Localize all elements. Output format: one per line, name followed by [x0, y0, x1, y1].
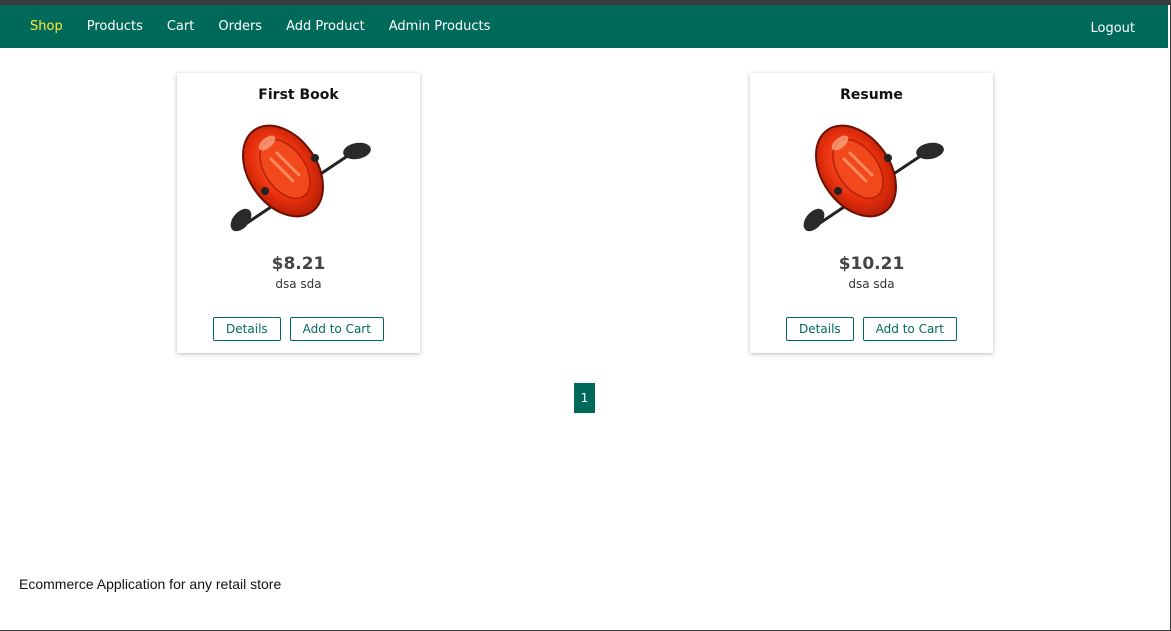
inflatable-boat-icon [800, 113, 945, 238]
nav-products[interactable]: Products [87, 19, 143, 34]
product-price: $8.21 [271, 254, 326, 274]
nav-orders[interactable]: Orders [218, 19, 262, 34]
logout-link[interactable]: Logout [1090, 21, 1135, 36]
nav-links: Shop Products Cart Orders Add Product Ad… [0, 19, 514, 34]
details-button[interactable]: Details [213, 317, 281, 341]
nav-add-product[interactable]: Add Product [286, 19, 365, 34]
details-button[interactable]: Details [786, 317, 854, 341]
nav-right: Logout [1090, 17, 1168, 36]
footer-text: Ecommerce Application for any retail sto… [19, 576, 282, 592]
add-to-cart-button[interactable]: Add to Cart [862, 317, 957, 341]
product-card: First Book $8.21 dsa sda Details Add to … [177, 73, 420, 353]
product-card: Resume $10.21 dsa sda Details Add to Car… [750, 73, 993, 353]
product-actions: Details Add to Cart [750, 317, 993, 341]
nav-shop[interactable]: Shop [30, 19, 63, 34]
page: Shop Products Cart Orders Add Product Ad… [0, 0, 1171, 631]
nav-admin-products[interactable]: Admin Products [389, 19, 491, 34]
main-navbar: Shop Products Cart Orders Add Product Ad… [0, 5, 1168, 48]
product-description: dsa sda [848, 277, 895, 291]
pagination-page-button[interactable]: 1 [574, 383, 595, 413]
inflatable-boat-icon [227, 113, 372, 238]
nav-cart[interactable]: Cart [167, 19, 195, 34]
product-price: $10.21 [838, 254, 905, 274]
add-to-cart-button[interactable]: Add to Cart [289, 317, 384, 341]
product-title: Resume [840, 87, 903, 103]
product-actions: Details Add to Cart [177, 317, 420, 341]
product-title: First Book [258, 87, 339, 103]
product-description: dsa sda [275, 277, 322, 291]
